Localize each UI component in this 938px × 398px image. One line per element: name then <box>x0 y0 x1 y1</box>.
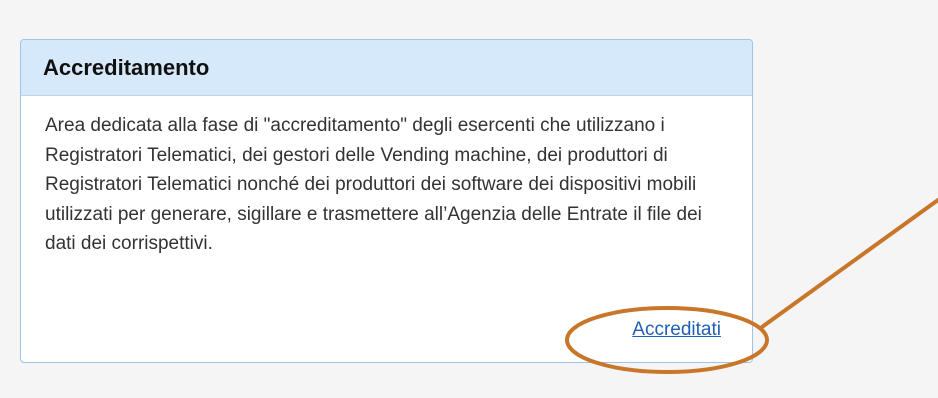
card-header: Accreditamento <box>21 40 752 96</box>
card-description: Area dedicata alla fase di "accreditamen… <box>45 115 702 254</box>
card-body: Area dedicata alla fase di "accreditamen… <box>21 96 752 362</box>
accreditamento-card: Accreditamento Area dedicata alla fase d… <box>20 39 753 363</box>
annotation-pointer-line <box>760 198 938 329</box>
accreditati-link[interactable]: Accreditati <box>632 319 721 341</box>
card-title: Accreditamento <box>43 54 210 80</box>
